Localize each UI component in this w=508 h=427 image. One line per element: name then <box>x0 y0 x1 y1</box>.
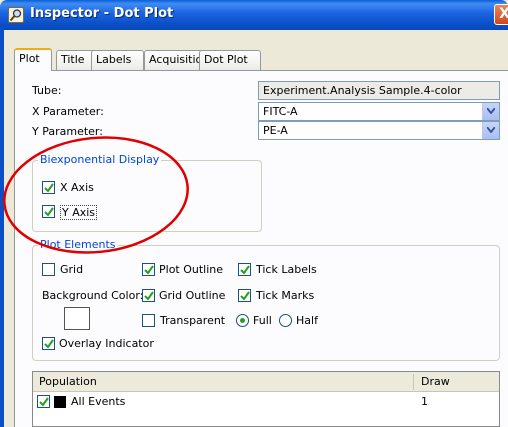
tube-field: Experiment.Analysis Sample.4-color <box>258 81 500 100</box>
column-header-population[interactable]: Population <box>39 375 97 388</box>
chevron-down-icon <box>487 127 495 133</box>
inspector-icon <box>8 7 24 23</box>
full-label: Full <box>253 314 272 327</box>
check-icon <box>144 291 154 301</box>
grid-label: Grid <box>60 263 84 276</box>
title-bar: Inspector - Dot Plot X <box>0 0 508 30</box>
tick-marks-checkbox[interactable] <box>238 289 251 302</box>
overlay-indicator-checkbox[interactable] <box>42 337 55 350</box>
overlay-indicator-label: Overlay Indicator <box>59 337 154 350</box>
biexponential-group <box>32 160 262 232</box>
check-icon <box>39 397 49 407</box>
tick-marks-label: Tick Marks <box>256 289 315 302</box>
population-color-swatch[interactable] <box>54 396 66 408</box>
tab-title[interactable]: Title <box>56 50 96 70</box>
column-header-draw[interactable]: Draw <box>421 375 450 388</box>
tab-plot[interactable]: Plot <box>14 48 52 71</box>
x-parameter-label: X Parameter: <box>32 105 104 118</box>
half-label: Half <box>296 314 318 327</box>
tick-labels-label: Tick Labels <box>256 263 317 276</box>
y-parameter-label: Y Parameter: <box>32 125 103 138</box>
biexponential-title: Biexponential Display <box>38 153 162 166</box>
plot-outline-label: Plot Outline <box>159 263 224 276</box>
check-icon <box>240 265 250 275</box>
y-parameter-select[interactable]: PE-A <box>258 121 500 140</box>
chevron-down-icon <box>487 108 495 114</box>
y-parameter-value: PE-A <box>263 124 288 137</box>
table-header: Population Draw <box>33 372 499 392</box>
table-row[interactable]: All Events 1 <box>33 393 499 411</box>
x-parameter-value: FITC-A <box>263 105 298 118</box>
close-icon: X <box>499 6 508 22</box>
population-name: All Events <box>71 395 126 408</box>
radio-selected-dot <box>240 318 245 323</box>
window-frame <box>0 30 4 427</box>
y-axis-checkbox[interactable] <box>42 205 55 218</box>
x-parameter-dropdown-button[interactable] <box>482 103 499 120</box>
population-table: Population Draw All Events 1 <box>32 371 500 427</box>
check-icon <box>44 207 54 217</box>
window-title: Inspector - Dot Plot <box>30 6 174 21</box>
half-radio[interactable] <box>279 314 292 327</box>
plot-elements-title: Plot Elements <box>38 238 118 251</box>
row-visible-checkbox[interactable] <box>37 395 50 408</box>
background-color-label: Background Color: <box>42 289 144 302</box>
transparent-checkbox[interactable] <box>142 314 155 327</box>
transparent-label: Transparent <box>160 314 226 327</box>
check-icon <box>144 265 154 275</box>
tube-label: Tube: <box>32 84 62 97</box>
column-divider[interactable] <box>413 374 414 390</box>
x-parameter-select[interactable]: FITC-A <box>258 102 500 121</box>
grid-outline-checkbox[interactable] <box>142 289 155 302</box>
y-parameter-dropdown-button[interactable] <box>482 122 499 139</box>
tab-labels[interactable]: Labels <box>91 50 144 70</box>
check-icon <box>44 183 54 193</box>
grid-outline-label: Grid Outline <box>159 289 226 302</box>
check-icon <box>240 291 250 301</box>
full-radio[interactable] <box>236 314 249 327</box>
y-axis-label: Y Axis <box>60 205 98 220</box>
tab-dot-plot[interactable]: Dot Plot <box>199 50 261 70</box>
x-axis-checkbox[interactable] <box>42 181 55 194</box>
close-button[interactable]: X <box>494 4 508 25</box>
tick-labels-checkbox[interactable] <box>238 263 251 276</box>
check-icon <box>44 339 54 349</box>
x-axis-label: X Axis <box>60 181 94 194</box>
plot-outline-checkbox[interactable] <box>142 263 155 276</box>
background-color-swatch[interactable] <box>64 307 90 330</box>
grid-checkbox[interactable] <box>42 263 55 276</box>
population-draw-value: 1 <box>421 395 428 408</box>
